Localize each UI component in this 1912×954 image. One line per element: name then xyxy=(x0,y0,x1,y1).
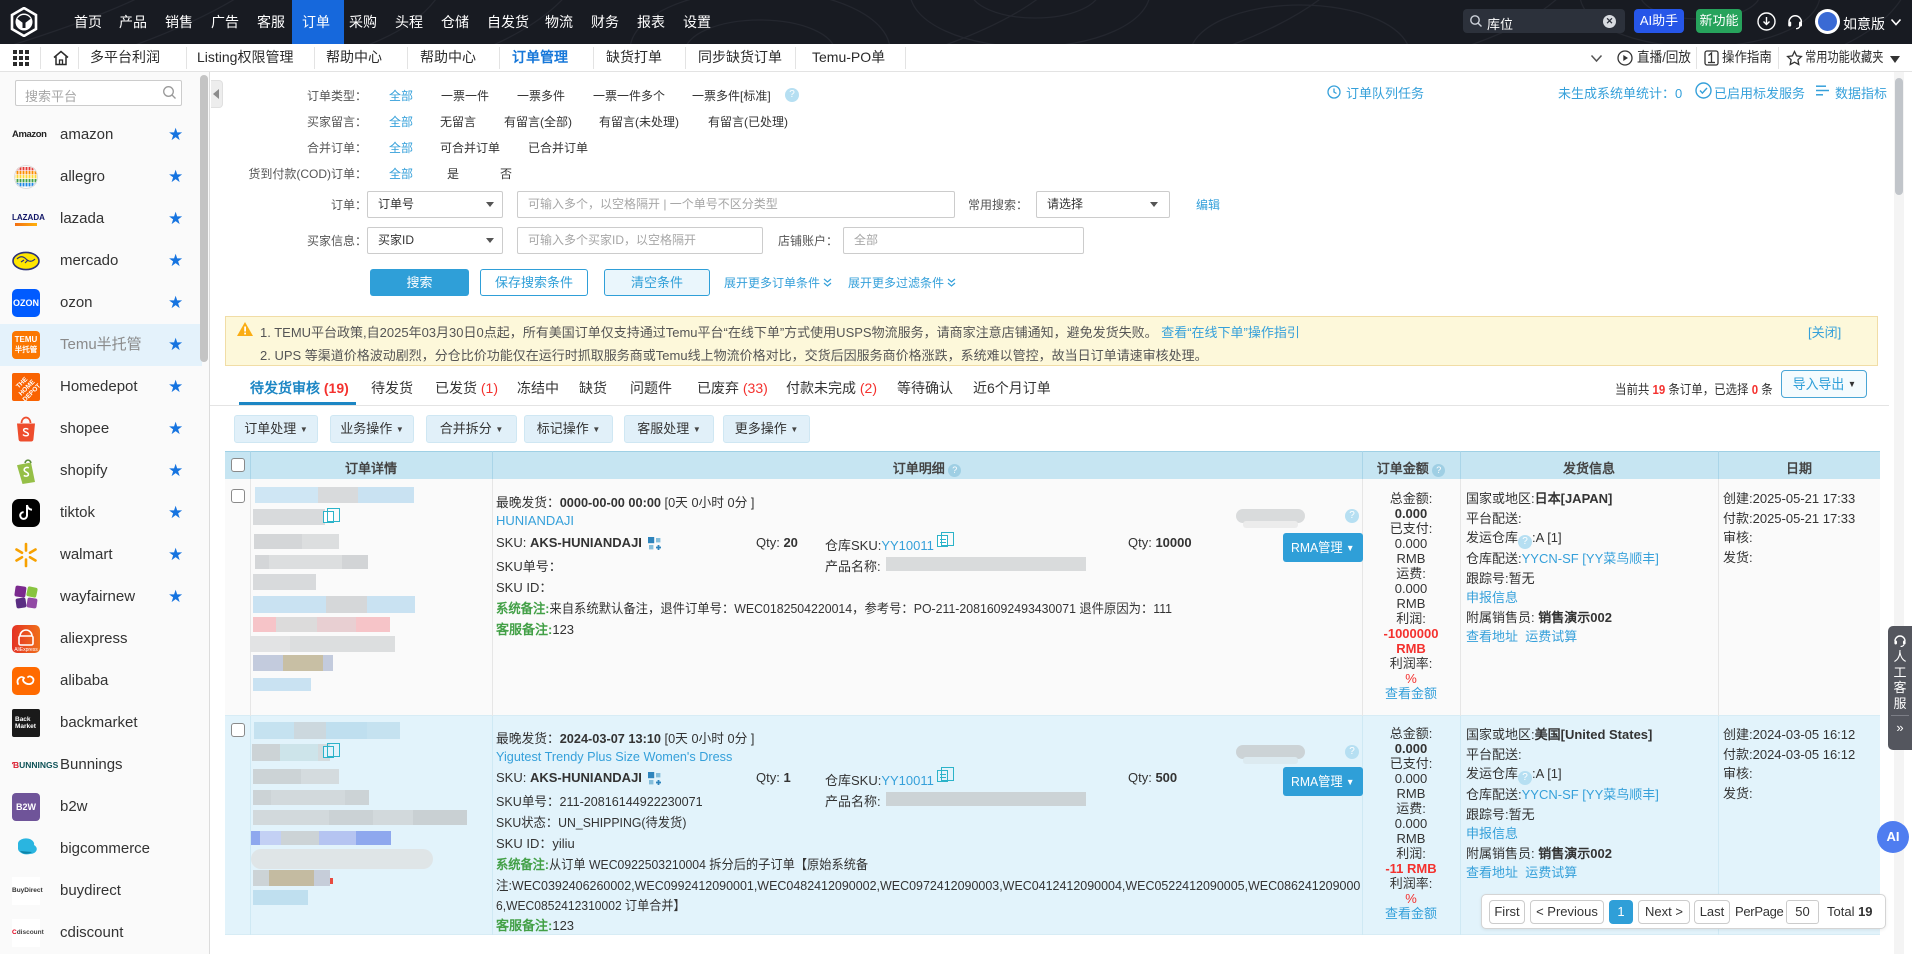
svg-text:AliExpress: AliExpress xyxy=(14,647,38,653)
